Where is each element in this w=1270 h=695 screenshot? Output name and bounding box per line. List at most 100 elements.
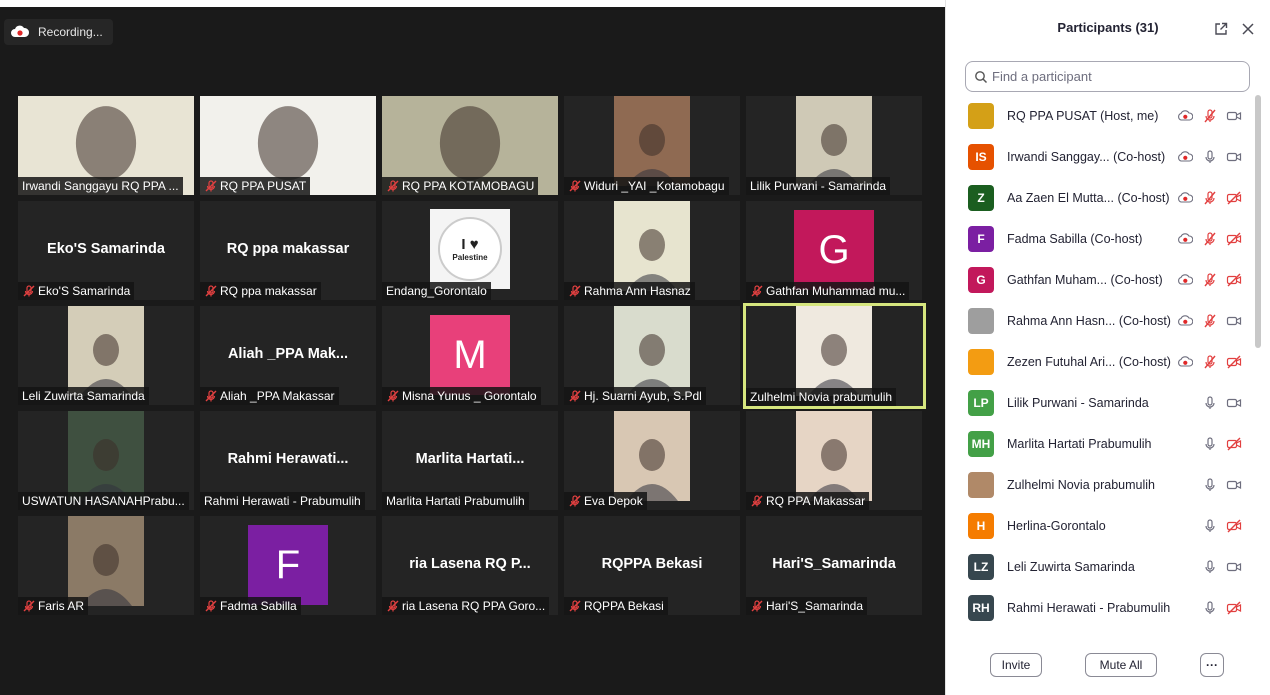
video-tile[interactable]: RQ PPA KOTAMOBAGU [382,96,558,195]
video-icon[interactable] [1226,108,1242,124]
avatar: M [430,315,510,395]
participant-row[interactable]: Zezen Futuhal Ari... (Co-host) [946,341,1256,382]
mic-muted-icon[interactable] [1202,272,1218,288]
participant-label: Fadma Sabilla [200,597,301,615]
video-tile[interactable]: Eva Depok [564,411,740,510]
participant-row[interactable]: G Gathfan Muham... (Co-host) [946,259,1256,300]
participant-name: Aa Zaen El Mutta... (Co-host) [1007,190,1170,205]
participant-label: ria Lasena RQ PPA Goro... [382,597,550,615]
video-tile[interactable]: Rahmi Herawati... Rahmi Herawati - Prabum… [200,411,376,510]
video-tile[interactable]: Leli Zuwirta Samarinda [18,306,194,405]
participant-label: Eko'S Samarinda [18,282,135,300]
video-tile[interactable]: Eko'S Samarinda Eko'S Samarinda [18,201,194,300]
participant-video [796,306,872,396]
participant-row[interactable]: Rahma Ann Hasn... (Co-host) [946,300,1256,341]
participant-row[interactable]: Z Aa Zaen El Mutta... (Co-host) [946,177,1256,218]
participant-row[interactable]: H Herlina-Gorontalo [946,505,1256,546]
video-tile[interactable]: RQ PPA PUSAT [200,96,376,195]
video-tile[interactable]: Widuri _YAI _Kotamobagu [564,96,740,195]
video-off-icon[interactable] [1226,436,1242,452]
participant-label: Leli Zuwirta Samarinda [18,387,149,405]
video-icon[interactable] [1226,149,1242,165]
participant-video [68,306,144,396]
participant-row[interactable]: MH Marlita Hartati Prabumulih [946,423,1256,464]
video-icon[interactable] [1226,313,1242,329]
mute-all-button[interactable]: Mute All [1085,653,1157,677]
participant-row[interactable]: RQ PPA PUSAT (Host, me) [946,95,1256,136]
participant-label-text: Aliah _PPA Makassar [220,389,335,403]
participant-name-display: RQ ppa makassar [226,241,350,257]
video-tile[interactable]: Marlita Hartati... Marlita Hartati Prabum… [382,411,558,510]
video-icon[interactable] [1226,395,1242,411]
participant-label: RQ ppa makassar [200,282,321,300]
search-input[interactable] [992,69,1232,84]
scrollbar[interactable] [1255,95,1261,348]
participant-label: RQPPA Bekasi [564,597,668,615]
video-tile[interactable]: Faris AR [18,516,194,615]
video-tile[interactable]: RQ ppa makassar RQ ppa makassar [200,201,376,300]
search-box[interactable] [965,61,1250,92]
pop-out-icon[interactable] [1214,22,1228,36]
mic-icon[interactable] [1202,559,1218,575]
mic-icon[interactable] [1202,436,1218,452]
participant-row[interactable]: F Fadma Sabilla (Co-host) [946,218,1256,259]
video-tile[interactable]: I ♥ Palestine Endang_Gorontalo [382,201,558,300]
video-off-icon[interactable] [1226,272,1242,288]
video-tile[interactable]: ria Lasena RQ P... ria Lasena RQ PPA Goro… [382,516,558,615]
video-tile[interactable]: F Fadma Sabilla [200,516,376,615]
video-tile[interactable]: Irwandi Sanggayu RQ PPA ... [18,96,194,195]
video-tile[interactable]: Hari'S_Samarinda Hari'S_Samarinda [746,516,922,615]
mic-icon[interactable] [1202,518,1218,534]
cloud-record-icon [1177,149,1194,165]
avatar [968,471,994,498]
mic-icon[interactable] [1202,477,1218,493]
participant-row[interactable]: LP Lilik Purwani - Samarinda [946,382,1256,423]
participant-name: RQ PPA PUSAT (Host, me) [1007,108,1159,123]
participant-label-text: Leli Zuwirta Samarinda [22,389,145,403]
video-tile[interactable]: G Gathfan Muhammad mu... [746,201,922,300]
participant-label: Gathfan Muhammad mu... [746,282,910,300]
mic-muted-icon[interactable] [1202,313,1218,329]
participant-row[interactable]: Zulhelmi Novia prabumulih [946,464,1256,505]
video-tile[interactable]: M Misna Yunus _ Gorontalo [382,306,558,405]
mic-muted-icon[interactable] [1202,190,1218,206]
mic-muted-icon[interactable] [1202,354,1218,370]
panel-footer: Invite Mute All ··· [946,640,1270,695]
video-tile[interactable]: RQ PPA Makassar [746,411,922,510]
mic-icon[interactable] [1202,600,1218,616]
video-tile[interactable]: Rahma Ann Hasnaz [564,201,740,300]
participant-row[interactable]: RH Rahmi Herawati - Prabumulih [946,587,1256,628]
participant-name: Lilik Purwani - Samarinda [1007,395,1149,410]
mic-icon[interactable] [1202,149,1218,165]
video-off-icon[interactable] [1226,231,1242,247]
video-tile[interactable]: RQPPA Bekasi RQPPA Bekasi [564,516,740,615]
mic-muted-icon[interactable] [1202,108,1218,124]
video-off-icon[interactable] [1226,518,1242,534]
participant-row[interactable]: LZ Leli Zuwirta Samarinda [946,546,1256,587]
video-off-icon[interactable] [1226,354,1242,370]
close-icon[interactable] [1241,22,1255,36]
recording-indicator[interactable]: Recording... [4,19,113,45]
participant-video [614,96,690,186]
invite-button[interactable]: Invite [990,653,1042,677]
mic-muted-icon[interactable] [1202,231,1218,247]
participant-list: RQ PPA PUSAT (Host, me) IS Irwandi Sanggay… [946,95,1256,635]
participant-label: RQ PPA KOTAMOBAGU [382,177,539,195]
video-tile[interactable]: Lilik Purwani - Samarinda [746,96,922,195]
participant-label-text: Zulhelmi Novia prabumulih [750,390,893,404]
video-tile[interactable]: USWATUN HASANAHPrabu... [18,411,194,510]
video-tile[interactable]: Aliah _PPA Mak... Aliah _PPA Makassar [200,306,376,405]
video-tile[interactable]: Hj. Suarni Ayub, S.Pdl [564,306,740,405]
video-tile[interactable]: Zulhelmi Novia prabumulih [743,303,926,409]
mic-icon[interactable] [1202,395,1218,411]
participant-row[interactable]: IS Irwandi Sanggay... (Co-host) [946,136,1256,177]
participant-label: Widuri _YAI _Kotamobagu [564,177,729,195]
video-icon[interactable] [1226,559,1242,575]
video-off-icon[interactable] [1226,600,1242,616]
avatar [968,307,994,334]
participant-video [796,411,872,501]
cloud-record-icon [1177,231,1194,247]
video-icon[interactable] [1226,477,1242,493]
video-off-icon[interactable] [1226,190,1242,206]
more-options-button[interactable]: ··· [1200,653,1224,677]
